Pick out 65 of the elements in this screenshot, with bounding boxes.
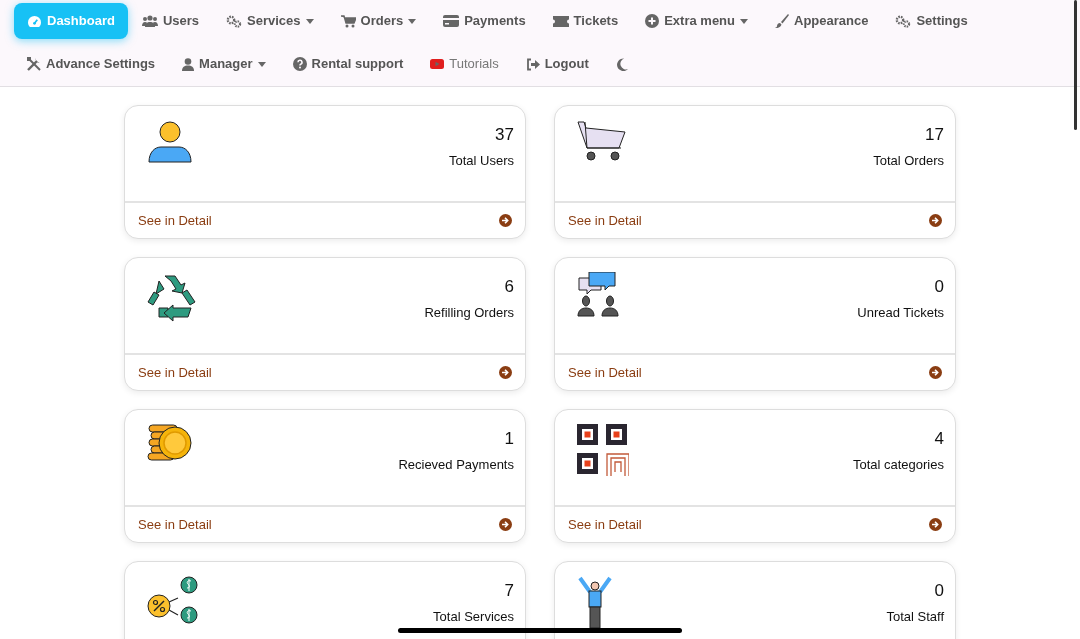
chat-people-icon	[577, 272, 621, 318]
user-icon	[147, 120, 193, 164]
paintbrush-icon	[775, 14, 789, 28]
nav-tab[interactable]: Services	[213, 3, 327, 39]
nav-tab[interactable]: Manager	[169, 46, 279, 82]
qr-code-icon	[577, 424, 629, 476]
recycle-icon	[147, 272, 197, 322]
users-icon	[141, 15, 158, 27]
play-icon	[430, 59, 445, 69]
stat-value: 6	[504, 277, 514, 297]
stat-label: Recieved Payments	[398, 456, 514, 474]
detail-link[interactable]: See in Detail	[138, 362, 212, 383]
nav-tab[interactable]: Logout	[512, 46, 602, 82]
stat-label: Total Users	[448, 152, 514, 170]
scrollbar-thumb[interactable]	[1074, 0, 1077, 130]
arrow-circle-icon[interactable]	[929, 366, 942, 379]
stat-label: Total Services	[433, 608, 514, 626]
stat-label: Unread Tickets	[857, 304, 944, 322]
plus-circle-icon	[645, 14, 660, 28]
stat-value: 1	[504, 429, 514, 449]
arrow-circle-icon[interactable]	[929, 518, 942, 531]
ticket-icon	[552, 15, 569, 27]
stat-value: 0	[934, 277, 944, 297]
stat-label: Total Staff	[886, 608, 944, 626]
tools-icon	[27, 57, 41, 71]
stat-label: Total categories	[852, 456, 944, 474]
nav-tab[interactable]: Appearance	[762, 3, 882, 39]
nav-tab[interactable]: Users	[128, 3, 213, 39]
nav-tab[interactable]: Tickets	[539, 3, 632, 39]
stat-value: 17	[925, 125, 944, 145]
nav-tab[interactable]: Rental support	[279, 46, 417, 82]
stat-label: Total Orders	[873, 152, 944, 170]
detail-link[interactable]: See in Detail	[568, 514, 642, 535]
stat-label: Refilling Orders	[424, 304, 514, 322]
detail-link[interactable]: See in Detail	[138, 210, 212, 231]
cart-icon	[340, 14, 356, 28]
nav-tab[interactable]: Orders	[327, 3, 430, 39]
gauge-icon	[27, 14, 42, 28]
moon-icon	[615, 57, 628, 71]
coins-icon	[147, 424, 193, 462]
arrow-circle-icon[interactable]	[499, 366, 512, 379]
detail-link[interactable]: See in Detail	[568, 362, 642, 383]
cheering-person-icon	[577, 576, 613, 628]
logout-icon	[525, 57, 540, 71]
credit-card-icon	[443, 15, 460, 27]
stat-value: 7	[504, 581, 514, 601]
cart-icon	[577, 120, 627, 162]
stat-value: 37	[495, 125, 514, 145]
detail-link[interactable]: See in Detail	[568, 210, 642, 231]
stat-value: 4	[934, 429, 944, 449]
detail-link[interactable]: See in Detail	[138, 514, 212, 535]
stat-value: 0	[934, 581, 944, 601]
arrow-circle-icon[interactable]	[499, 518, 512, 531]
nav-tab[interactable]: Advance Settings	[14, 46, 169, 82]
user-icon	[182, 57, 195, 71]
percent-coins-icon	[147, 576, 201, 624]
arrow-circle-icon[interactable]	[499, 214, 512, 227]
gears-icon	[226, 14, 243, 28]
nav-tab[interactable]: Tutorials	[417, 46, 512, 82]
question-circle-icon	[292, 57, 307, 71]
nav-tab[interactable]: Settings	[882, 3, 981, 39]
arrow-circle-icon[interactable]	[929, 214, 942, 227]
nav-tab[interactable]: Extra menu	[632, 3, 761, 39]
nav-tab[interactable]: Payments	[430, 3, 539, 39]
gears-icon	[895, 14, 912, 28]
